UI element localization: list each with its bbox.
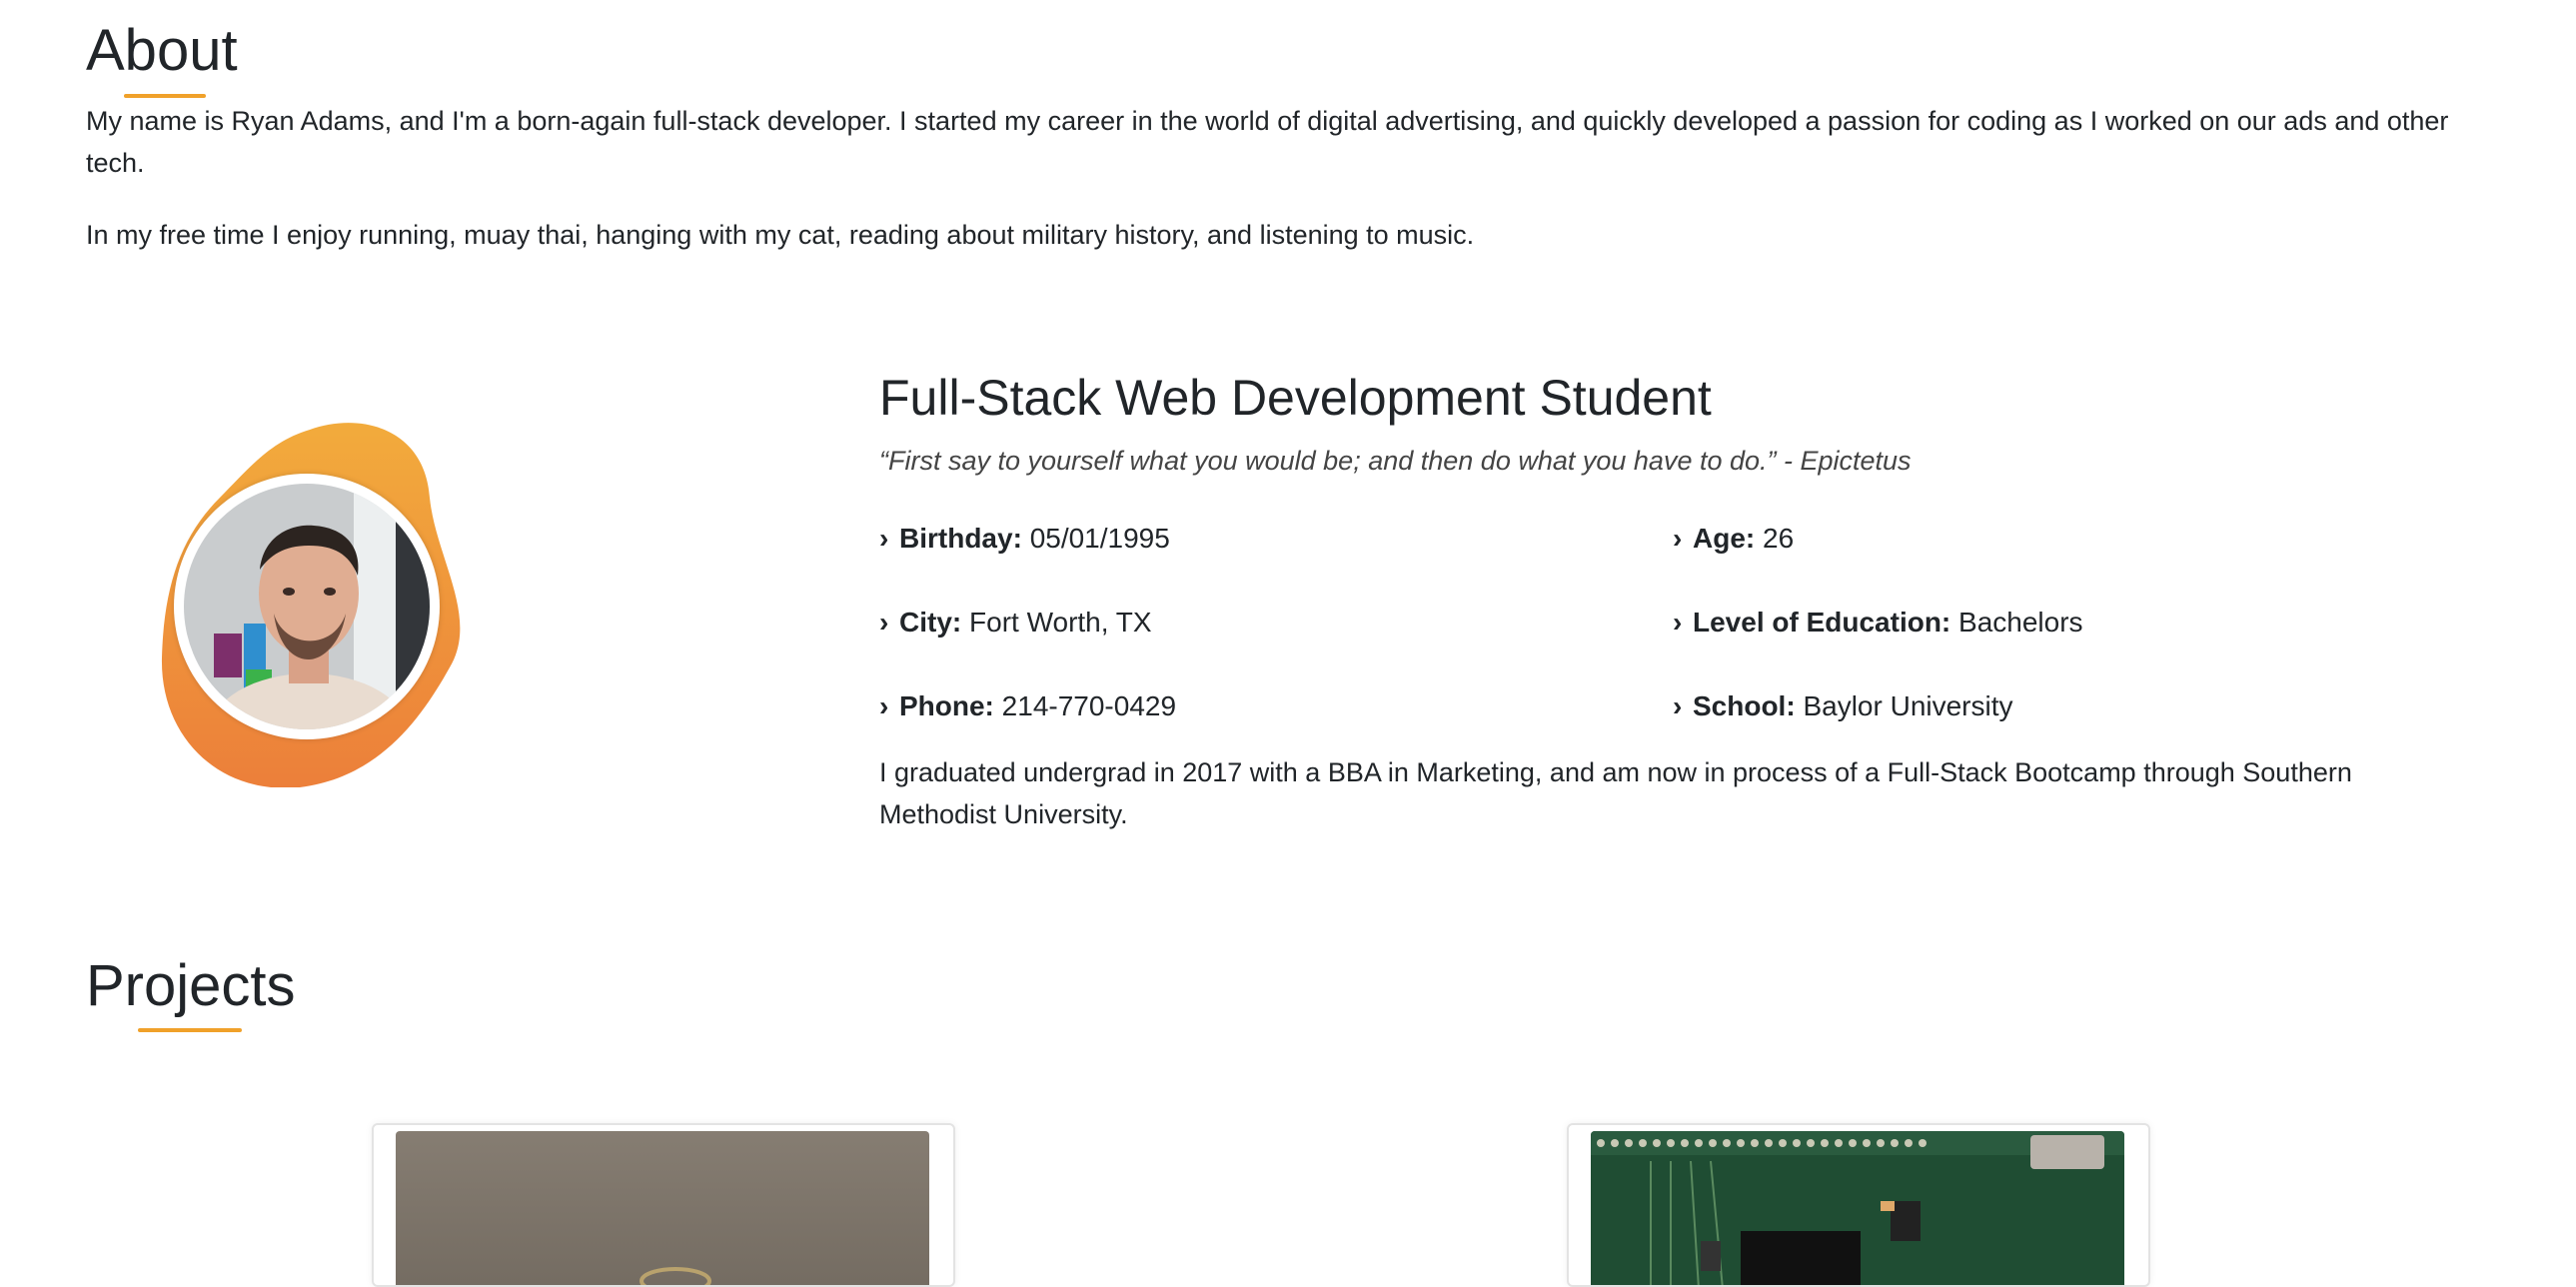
detail-label: School: bbox=[1693, 690, 1796, 721]
profile-photo-image bbox=[184, 484, 430, 729]
chevron-right-icon: › bbox=[879, 690, 889, 721]
detail-value: 26 bbox=[1763, 523, 1795, 554]
project-card[interactable] bbox=[1567, 1123, 2150, 1287]
about-title: About bbox=[86, 18, 238, 83]
detail-value: 214-770-0429 bbox=[1001, 690, 1177, 721]
project-image[interactable] bbox=[396, 1131, 929, 1285]
project-card[interactable] bbox=[372, 1123, 955, 1287]
epictetus-quote: “First say to yourself what you would be… bbox=[879, 446, 1912, 476]
detail-birthday: › Birthday: 05/01/1995 bbox=[879, 522, 1170, 556]
detail-label: City: bbox=[899, 607, 962, 638]
detail-value: Bachelors bbox=[1958, 607, 2083, 638]
chevron-right-icon: › bbox=[1673, 690, 1683, 721]
detail-value: Baylor University bbox=[1803, 690, 2013, 721]
detail-label: Phone: bbox=[899, 690, 994, 721]
project-image[interactable] bbox=[1591, 1131, 2124, 1285]
detail-phone: › Phone: 214-770-0429 bbox=[879, 689, 1176, 723]
detail-value: Fort Worth, TX bbox=[969, 607, 1152, 638]
chevron-right-icon: › bbox=[1673, 607, 1683, 638]
detail-label: Birthday: bbox=[899, 523, 1022, 554]
chevron-right-icon: › bbox=[879, 523, 889, 554]
role-title: Full-Stack Web Development Student bbox=[879, 370, 1712, 426]
projects-title: Projects bbox=[86, 953, 296, 1018]
detail-age: › Age: 26 bbox=[1673, 522, 1794, 556]
detail-label: Age: bbox=[1693, 523, 1756, 554]
circuit-board-photo bbox=[1591, 1131, 2124, 1285]
profile-summary: I graduated undergrad in 2017 with a BBA… bbox=[879, 757, 2352, 829]
detail-label: Level of Education: bbox=[1693, 607, 1951, 638]
detail-school: › School: Baylor University bbox=[1673, 689, 2013, 723]
detail-education: › Level of Education: Bachelors bbox=[1673, 606, 2083, 640]
detail-value: 05/01/1995 bbox=[1029, 523, 1170, 554]
chevron-right-icon: › bbox=[879, 607, 889, 638]
about-title-underline bbox=[124, 94, 206, 98]
profile-image-block bbox=[160, 418, 470, 787]
about-paragraph-intro: My name is Ryan Adams, and I'm a born-ag… bbox=[86, 106, 2449, 178]
chevron-right-icon: › bbox=[1673, 523, 1683, 554]
avatar bbox=[174, 474, 440, 739]
project-thumbnail-photo bbox=[396, 1131, 929, 1285]
projects-title-underline bbox=[138, 1028, 242, 1032]
about-paragraph-hobbies: In my free time I enjoy running, muay th… bbox=[86, 220, 1475, 250]
detail-city: › City: Fort Worth, TX bbox=[879, 606, 1152, 640]
